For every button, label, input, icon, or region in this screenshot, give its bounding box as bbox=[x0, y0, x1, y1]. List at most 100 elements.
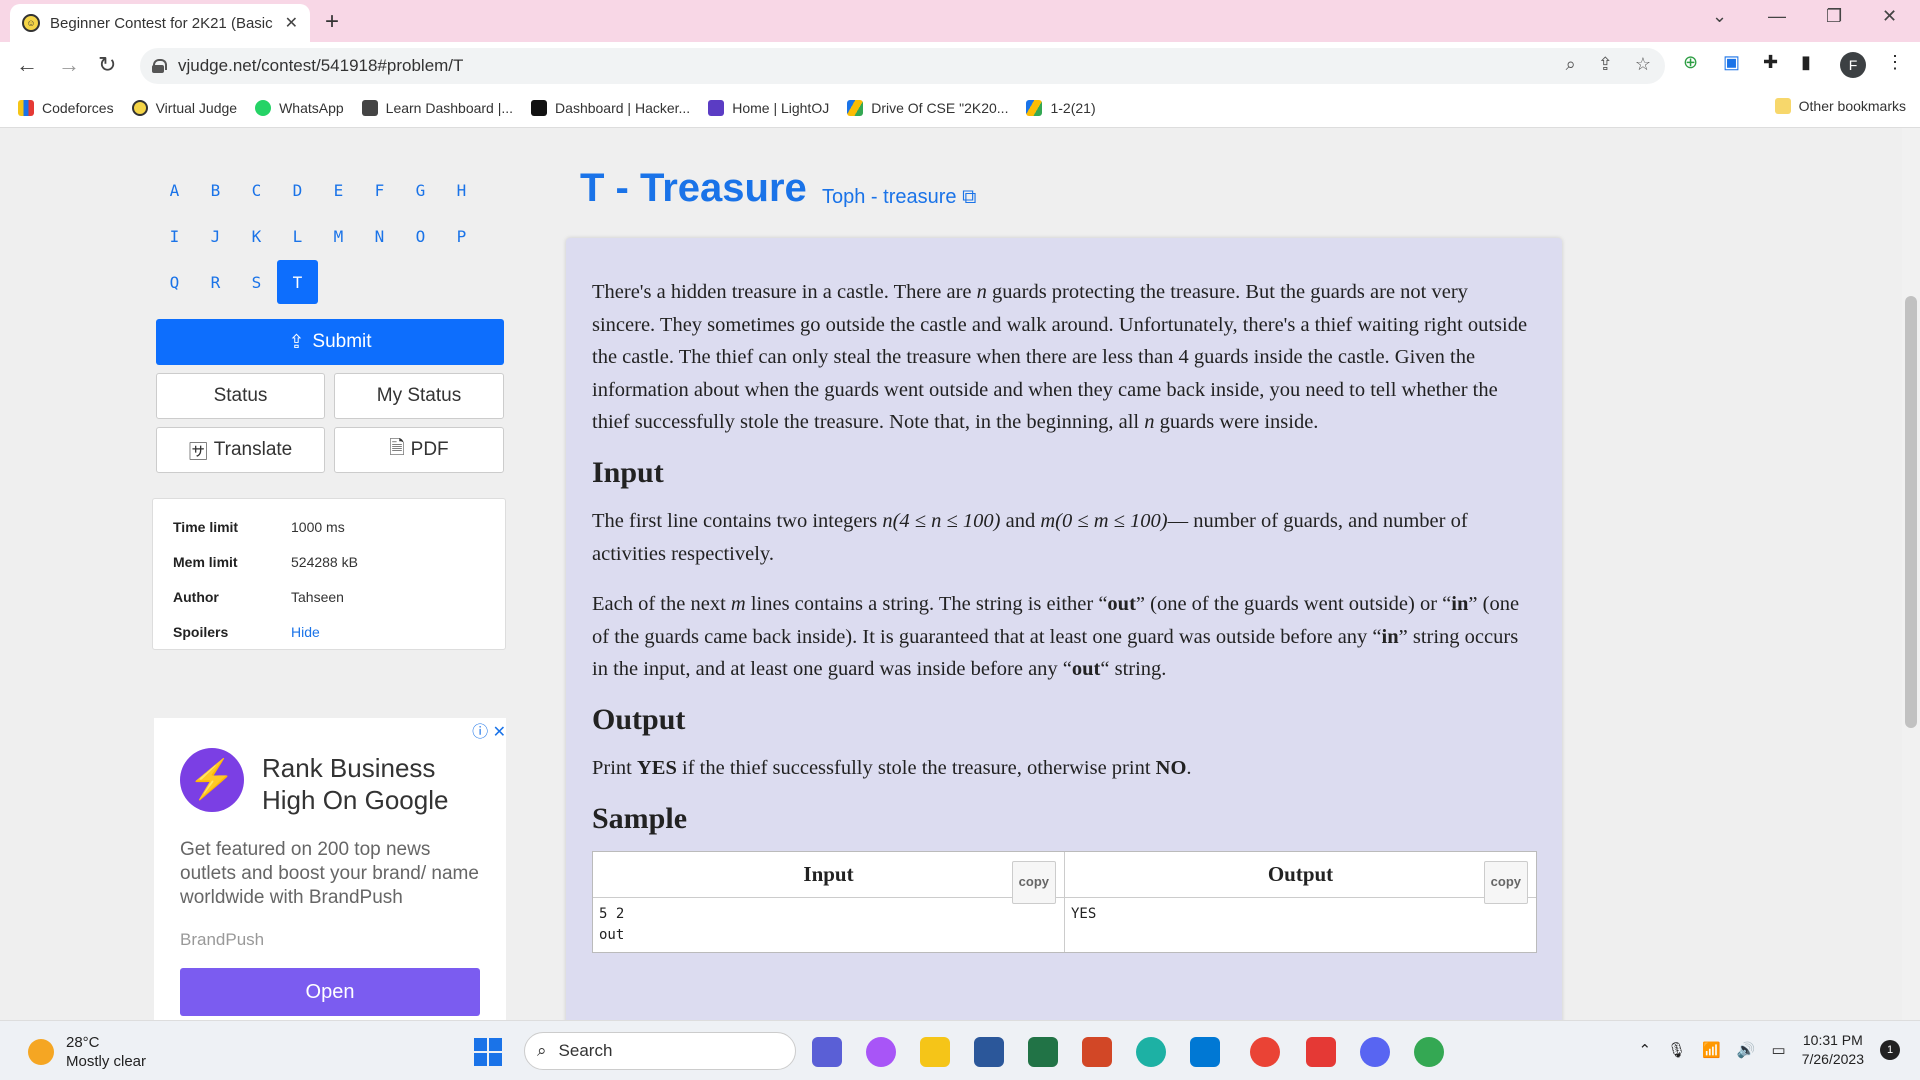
hackerrank-icon bbox=[531, 99, 548, 116]
tab-close-icon[interactable]: ✕ bbox=[285, 13, 298, 33]
microphone-icon[interactable]: 🎙 bbox=[1667, 1041, 1686, 1059]
chrome-profile-icon[interactable] bbox=[1414, 1037, 1444, 1067]
copy-output-button[interactable]: copy bbox=[1483, 861, 1528, 904]
clock[interactable]: 10:31 PM 7/26/2023 bbox=[1802, 1031, 1864, 1069]
side-panel-icon[interactable]: ▮ bbox=[1801, 52, 1811, 73]
page-scrollbar[interactable] bbox=[1902, 128, 1920, 1020]
edge-icon[interactable] bbox=[1136, 1037, 1166, 1067]
word-icon[interactable] bbox=[974, 1037, 1004, 1067]
browser-chrome: ☺ Beginner Contest for 2K21 (Basic ✕ + ⌄… bbox=[0, 0, 1920, 128]
file-explorer-icon[interactable] bbox=[920, 1037, 950, 1067]
scrollbar-thumb[interactable] bbox=[1905, 296, 1917, 728]
bookmark-learn-dashboard[interactable]: Learn Dashboard |... bbox=[361, 99, 513, 116]
taskbar-search[interactable]: ⌕ Search bbox=[524, 1032, 796, 1070]
close-window-icon[interactable]: ✕ bbox=[1882, 6, 1897, 27]
problem-link-g[interactable]: G bbox=[400, 168, 441, 212]
active-tab[interactable]: ☺ Beginner Contest for 2K21 (Basic ✕ bbox=[10, 4, 310, 42]
ad-open-button[interactable]: Open bbox=[180, 968, 480, 1016]
my-status-button[interactable]: My Status bbox=[334, 373, 504, 419]
problem-origin-link[interactable]: Toph - treasure ⧉ bbox=[822, 186, 976, 209]
extensions-puzzle-icon[interactable]: ✚ bbox=[1763, 52, 1778, 73]
translate-button[interactable]: 🈂 Translate bbox=[156, 427, 325, 473]
problem-link-i[interactable]: I bbox=[154, 214, 195, 258]
bookmark-codeforces[interactable]: Codeforces bbox=[18, 99, 114, 116]
notification-badge[interactable]: 1 bbox=[1880, 1040, 1900, 1060]
bookmark-whatsapp[interactable]: WhatsApp bbox=[255, 99, 344, 116]
address-bar[interactable]: vjudge.net/contest/541918#problem/T ⌕ ⇪ … bbox=[140, 48, 1665, 84]
author-value: Tahseen bbox=[291, 588, 344, 605]
output-heading: Output bbox=[592, 702, 686, 736]
zoom-icon[interactable]: ⌕ bbox=[1566, 54, 1576, 75]
problem-link-r[interactable]: R bbox=[195, 260, 236, 304]
problem-link-e[interactable]: E bbox=[318, 168, 359, 212]
bookmark-virtual-judge[interactable]: Virtual Judge bbox=[131, 99, 237, 116]
wifi-icon[interactable]: 📶 bbox=[1702, 1041, 1721, 1059]
sample-heading: Sample bbox=[592, 801, 688, 835]
battery-icon[interactable]: ▭ bbox=[1772, 1041, 1786, 1059]
spoilers-label: Spoilers bbox=[173, 623, 229, 640]
problem-link-c[interactable]: C bbox=[236, 168, 277, 212]
bookmark-star-icon[interactable]: ☆ bbox=[1635, 54, 1651, 75]
status-button[interactable]: Status bbox=[156, 373, 325, 419]
lock-icon bbox=[152, 59, 167, 73]
pdf-button[interactable]: 🗎 PDF bbox=[334, 427, 504, 473]
other-bookmarks[interactable]: Other bookmarks bbox=[1774, 98, 1906, 114]
tab-search-icon[interactable]: ⌄ bbox=[1712, 6, 1727, 27]
page-content: A B C D E F G H I J K L M N O P Q R S T … bbox=[0, 128, 1920, 1020]
problem-link-q[interactable]: Q bbox=[154, 260, 195, 304]
excel-icon[interactable] bbox=[1028, 1037, 1058, 1067]
problem-link-l[interactable]: L bbox=[277, 214, 318, 258]
teams-icon[interactable] bbox=[812, 1037, 842, 1067]
problem-link-d[interactable]: D bbox=[277, 168, 318, 212]
powerpoint-icon[interactable] bbox=[1082, 1037, 1112, 1067]
problem-link-o[interactable]: O bbox=[400, 214, 441, 258]
problem-link-a[interactable]: A bbox=[154, 168, 195, 212]
ad-body: Get featured on 200 top news outlets and… bbox=[180, 839, 479, 908]
share-icon[interactable]: ⇪ bbox=[1598, 54, 1613, 75]
ad-banner: ⓘ ✕ ⚡ Rank Business High On Google Get f… bbox=[154, 718, 506, 1020]
copy-input-button[interactable]: copy bbox=[1011, 861, 1056, 904]
discord-icon[interactable] bbox=[1360, 1037, 1390, 1067]
profile-avatar[interactable]: F bbox=[1840, 52, 1866, 78]
minimize-icon[interactable]: — bbox=[1768, 6, 1786, 27]
ad-close-icon[interactable]: ⓘ ✕ bbox=[472, 718, 506, 742]
google-translate-icon[interactable]: ▣ bbox=[1723, 52, 1740, 73]
translate-icon: 🈂 bbox=[188, 441, 208, 463]
problem-link-j[interactable]: J bbox=[195, 214, 236, 258]
submit-button[interactable]: ⇪ Submit bbox=[156, 319, 504, 365]
bookmark-1-2-21[interactable]: 1-2(21) bbox=[1026, 99, 1096, 116]
messenger-icon[interactable] bbox=[866, 1037, 896, 1067]
app-icon[interactable] bbox=[1306, 1037, 1336, 1067]
problem-link-f[interactable]: F bbox=[359, 168, 400, 212]
problem-link-b[interactable]: B bbox=[195, 168, 236, 212]
problem-link-p[interactable]: P bbox=[441, 214, 482, 258]
restore-icon[interactable]: ❐ bbox=[1826, 6, 1842, 27]
spoilers-hide-link[interactable]: Hide bbox=[291, 624, 320, 640]
tab-title: Beginner Contest for 2K21 (Basic bbox=[50, 14, 273, 32]
chevron-up-icon[interactable]: ⌃ bbox=[1639, 1041, 1652, 1059]
back-icon[interactable]: ← bbox=[16, 52, 38, 78]
bookmark-drive-cse[interactable]: Drive Of CSE "2K20... bbox=[847, 99, 1008, 116]
vscode-icon[interactable] bbox=[1190, 1037, 1220, 1067]
weather-widget[interactable]: 28°C Mostly clear bbox=[28, 1033, 146, 1071]
moon-weather-icon bbox=[28, 1039, 54, 1065]
bookmark-lightoj[interactable]: Home | LightOJ bbox=[708, 99, 829, 116]
problem-link-m[interactable]: M bbox=[318, 214, 359, 258]
problem-link-k[interactable]: K bbox=[236, 214, 277, 258]
windows-start-icon[interactable] bbox=[474, 1038, 502, 1066]
volume-icon[interactable]: 🔊 bbox=[1737, 1041, 1756, 1059]
sample-input-text: 5 2 out bbox=[593, 898, 1065, 952]
new-tab-icon[interactable]: + bbox=[325, 8, 339, 36]
problem-link-t-active[interactable]: T bbox=[277, 260, 318, 304]
extension-plus-icon[interactable]: ⊕ bbox=[1683, 52, 1698, 73]
problem-link-s[interactable]: S bbox=[236, 260, 277, 304]
bookmarks-bar: Codeforces Virtual Judge WhatsApp Learn … bbox=[0, 88, 1920, 128]
problem-link-h[interactable]: H bbox=[441, 168, 482, 212]
problem-title: T - Treasure bbox=[580, 166, 807, 210]
chrome-icon[interactable] bbox=[1250, 1037, 1280, 1067]
reload-icon[interactable]: ↻ bbox=[98, 52, 116, 78]
bookmark-hackerrank[interactable]: Dashboard | Hacker... bbox=[531, 99, 690, 116]
menu-kebab-icon[interactable]: ⋮ bbox=[1886, 52, 1904, 73]
forward-icon[interactable]: → bbox=[58, 52, 80, 78]
problem-link-n[interactable]: N bbox=[359, 214, 400, 258]
